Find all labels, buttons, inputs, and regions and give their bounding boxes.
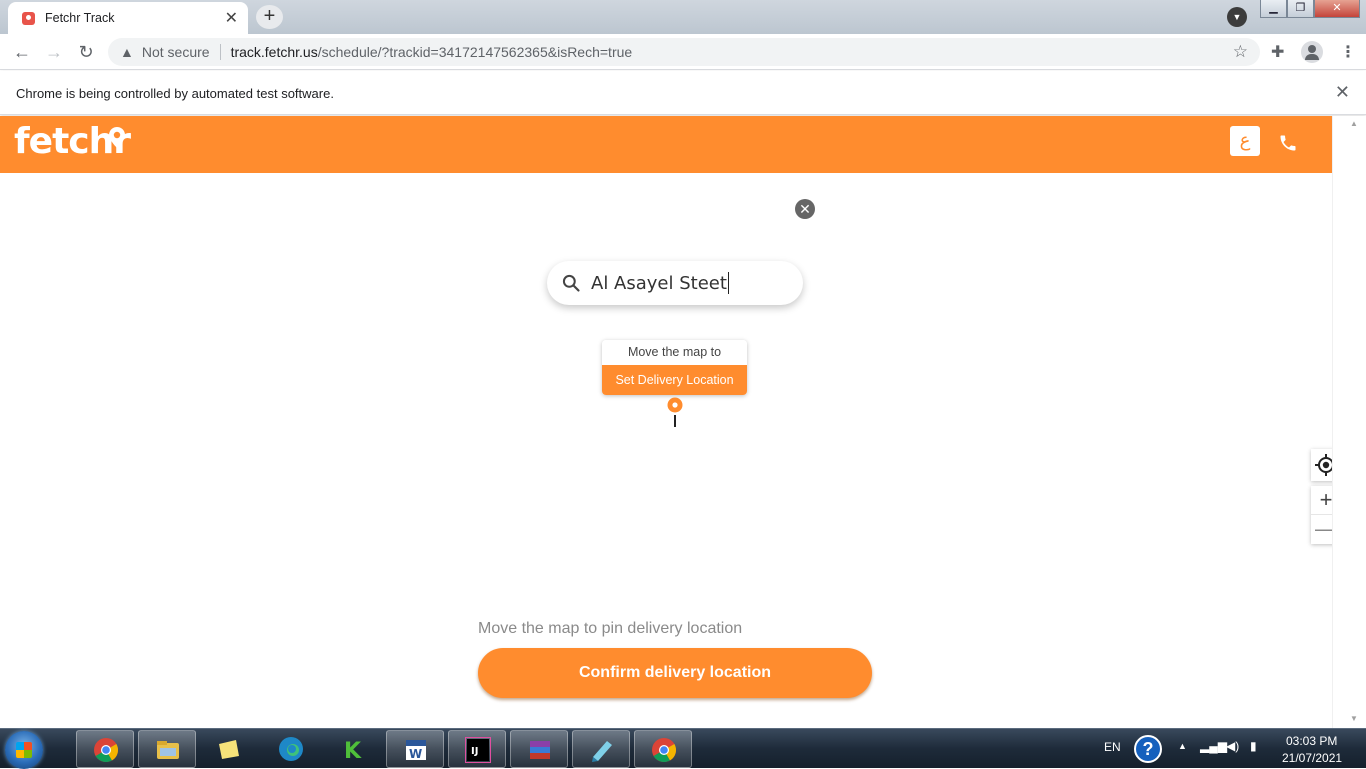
address-bar[interactable]: ▲ Not secure track.fetchr.us/schedule/?t… xyxy=(108,38,1260,66)
taskbar-explorer[interactable] xyxy=(138,730,196,768)
start-button[interactable] xyxy=(5,731,43,769)
fetchr-favicon-icon xyxy=(22,11,35,25)
taskbar-edge[interactable] xyxy=(262,730,320,768)
windows-taskbar: K W IJ EN ? ▲ ▂▄▆ ◀) ▮ 03:03 PM 21/07/20… xyxy=(0,728,1366,769)
tray-expand-icon[interactable]: ▲ xyxy=(1178,741,1187,751)
taskbar-sticky-notes[interactable] xyxy=(200,730,258,768)
pen-icon xyxy=(592,741,612,762)
taskbar-pen[interactable] xyxy=(572,730,630,768)
word-icon: W xyxy=(406,740,426,761)
edge-icon xyxy=(279,737,303,761)
tooltip-bottom-text: Set Delivery Location xyxy=(602,365,747,395)
browser-titlebar: Fetchr Track ✕ + ▼ ▁ ❐ ✕ xyxy=(0,0,1366,34)
help-icon[interactable]: ? xyxy=(1134,735,1162,763)
warning-icon[interactable]: ▲ xyxy=(120,44,134,60)
clear-search-icon[interactable]: ✕ xyxy=(795,199,815,219)
winrar-icon xyxy=(530,741,550,759)
profile-avatar-icon[interactable] xyxy=(1301,41,1323,63)
delivery-tooltip: Move the map to Set Delivery Location xyxy=(602,340,747,395)
network-icon[interactable]: ▂▄▆ xyxy=(1200,739,1227,753)
pin-hint-text: Move the map to pin delivery location xyxy=(478,620,743,637)
tab-close-icon[interactable]: ✕ xyxy=(225,8,238,28)
intellij-icon: IJ xyxy=(465,737,491,763)
search-icon xyxy=(562,274,580,292)
svg-text:W: W xyxy=(409,747,422,761)
map-pin-icon xyxy=(667,397,683,427)
scroll-down-icon[interactable]: ▼ xyxy=(1350,714,1358,723)
tooltip-top-text: Move the map to xyxy=(602,340,747,365)
clock-time[interactable]: 03:03 PM xyxy=(1286,734,1337,748)
back-icon[interactable]: ← xyxy=(10,40,34,64)
automation-infobar: Chrome is being controlled by automated … xyxy=(0,71,1366,115)
clock-date[interactable]: 21/07/2021 xyxy=(1282,751,1342,765)
url-path: /schedule/?trackid=34172147562365&isRech… xyxy=(317,44,633,60)
maximize-button[interactable]: ❐ xyxy=(1287,0,1314,18)
sticky-notes-icon xyxy=(219,740,239,759)
power-icon[interactable]: ▮ xyxy=(1250,739,1257,753)
forward-icon[interactable]: → xyxy=(42,40,66,64)
minimize-button[interactable]: ▁ xyxy=(1260,0,1287,18)
window-controls: ▁ ❐ ✕ xyxy=(1260,0,1360,18)
site-header: fetchr ع xyxy=(0,116,1332,173)
scroll-up-icon[interactable]: ▲ xyxy=(1350,119,1358,128)
text-caret xyxy=(727,272,729,294)
taskbar-excel[interactable]: K xyxy=(324,730,382,768)
language-indicator[interactable]: EN xyxy=(1104,740,1121,754)
url-text[interactable]: track.fetchr.us/schedule/?trackid=341721… xyxy=(231,44,633,60)
chrome-icon xyxy=(652,738,677,763)
logo-pin-icon xyxy=(109,127,125,148)
security-label[interactable]: Not secure xyxy=(142,44,221,60)
taskbar-word[interactable]: W xyxy=(386,730,444,768)
svg-text:K: K xyxy=(344,739,362,762)
browser-toolbar: ← → ↻ ▲ Not secure track.fetchr.us/sched… xyxy=(0,34,1366,70)
confirm-location-button[interactable]: Confirm delivery location xyxy=(478,648,872,698)
language-toggle-button[interactable]: ع xyxy=(1230,126,1260,156)
file-explorer-icon xyxy=(157,741,179,759)
new-tab-button[interactable]: + xyxy=(256,5,283,29)
infobar-close-icon[interactable]: ✕ xyxy=(1335,82,1350,103)
tab-search-icon[interactable]: ▼ xyxy=(1227,7,1247,27)
window-close-button[interactable]: ✕ xyxy=(1314,0,1360,18)
reload-icon[interactable]: ↻ xyxy=(74,40,98,64)
page-scrollbar[interactable] xyxy=(1332,116,1366,728)
location-search-box[interactable]: Al Asayel Steet xyxy=(547,261,803,305)
menu-kebab-icon[interactable]: ⋮ xyxy=(1340,42,1356,62)
chrome-icon xyxy=(94,738,119,763)
bookmark-star-icon[interactable]: ☆ xyxy=(1233,42,1248,62)
excel-icon: K xyxy=(344,739,362,762)
phone-icon[interactable] xyxy=(1278,133,1298,153)
search-input[interactable]: Al Asayel Steet xyxy=(591,273,727,294)
taskbar-chrome-2[interactable] xyxy=(634,730,692,768)
taskbar-chrome[interactable] xyxy=(76,730,134,768)
extensions-icon[interactable]: ✚ xyxy=(1271,42,1284,62)
taskbar-intellij[interactable]: IJ xyxy=(448,730,506,768)
url-host: track.fetchr.us xyxy=(230,44,318,60)
infobar-text: Chrome is being controlled by automated … xyxy=(16,86,334,101)
page-viewport: fetchr ع ✕ Al Asayel Steet Move the map … xyxy=(0,116,1366,728)
volume-icon[interactable]: ◀) xyxy=(1226,739,1239,753)
tab-title: Fetchr Track xyxy=(45,11,115,25)
svg-text:IJ: IJ xyxy=(471,746,478,757)
taskbar-winrar[interactable] xyxy=(510,730,568,768)
browser-tab[interactable]: Fetchr Track ✕ xyxy=(8,2,248,34)
